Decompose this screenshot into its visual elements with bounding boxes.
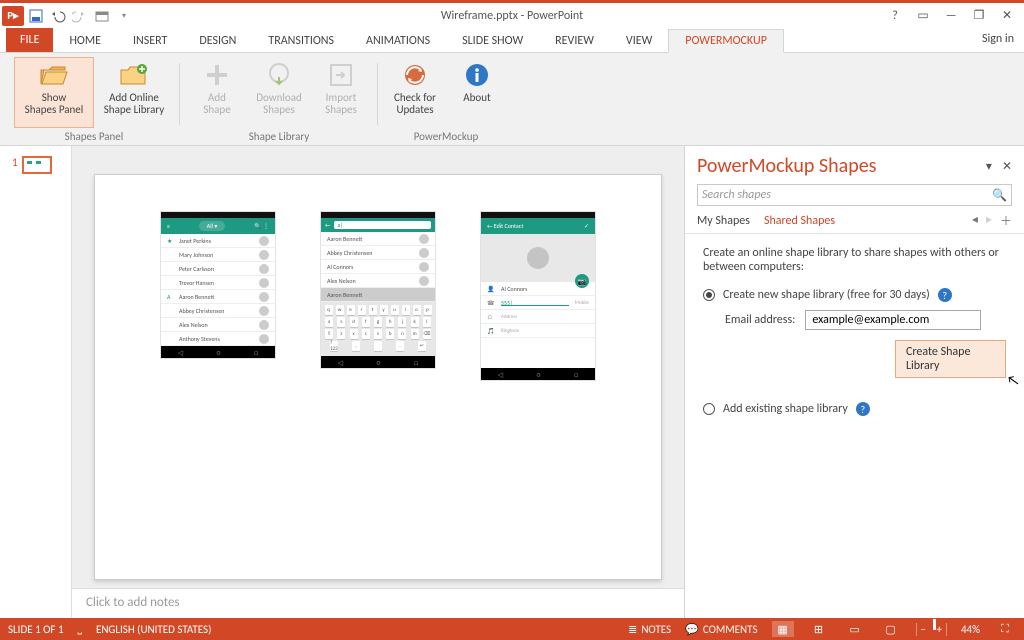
radio-add-existing[interactable] (703, 403, 715, 415)
zoom-out-button[interactable]: − (921, 623, 926, 636)
help-icon[interactable]: ? (882, 5, 908, 27)
folder-plus-icon (118, 60, 150, 90)
cursor-icon: ↖ (1005, 371, 1020, 390)
minimize-button[interactable]: — (938, 5, 964, 27)
group-label-shapes-panel: Shapes Panel (65, 128, 124, 143)
tab-transitions[interactable]: TRANSITIONS (252, 30, 350, 52)
add-tab-icon[interactable]: ＋ (1000, 212, 1012, 229)
restore-button[interactable]: ❐ (966, 5, 992, 27)
qat-save-icon[interactable] (26, 6, 46, 26)
help-icon[interactable]: ? (856, 402, 870, 416)
status-slide: SLIDE 1 OF 1 (8, 623, 64, 636)
title-bar: P▸ ▾ Wireframe.pptx - PowerPoint ? ▭ — ❐… (0, 0, 1024, 28)
next-icon[interactable]: ▸ (986, 212, 992, 229)
import-shapes-button: Import Shapes (310, 57, 372, 128)
email-label: Email address: (725, 313, 795, 327)
tab-insert[interactable]: INSERT (117, 30, 183, 52)
view-normal-icon[interactable]: ▦ (772, 621, 794, 637)
pane-close-icon[interactable]: ✕ (1002, 159, 1012, 174)
slide-thumbnails[interactable]: 1 (0, 146, 72, 618)
info-icon (461, 60, 493, 90)
tab-animations[interactable]: ANIMATIONS (350, 30, 446, 52)
workspace: 1 ≡All ▾🔍 ⋮ ★Janet PerkinsMary JohnsonPe… (0, 146, 1024, 618)
check-updates-button[interactable]: Check for Updates (384, 57, 446, 128)
tab-file[interactable]: FILE (6, 28, 53, 52)
status-bar: SLIDE 1 OF 1 ⎵ ENGLISH (UNITED STATES) ≣… (0, 618, 1024, 640)
notes-placeholder[interactable]: Click to add notes (72, 588, 684, 618)
slide-canvas[interactable]: ≡All ▾🔍 ⋮ ★Janet PerkinsMary JohnsonPete… (94, 174, 662, 580)
qat-redo-icon[interactable] (70, 6, 90, 26)
powerpoint-logo-icon: P▸ (2, 6, 24, 26)
option-add-existing[interactable]: Add existing shape library ? (703, 402, 1006, 416)
tab-view[interactable]: VIEW (610, 30, 668, 52)
globe-download-icon (263, 60, 295, 90)
ribbon: Show Shapes Panel Add Online Shape Libra… (0, 52, 1024, 146)
tab-shared-shapes[interactable]: Shared Shapes (764, 214, 835, 228)
qat-undo-icon[interactable] (48, 6, 68, 26)
radio-create-new[interactable] (703, 289, 715, 301)
plus-icon (201, 60, 233, 90)
import-icon (325, 60, 357, 90)
thumbnail-1[interactable]: 1 (12, 156, 71, 174)
search-icon: 🔍 (992, 188, 1007, 203)
fit-slide-icon[interactable]: ⛶ (994, 621, 1016, 637)
globe-refresh-icon (399, 60, 431, 90)
group-label-powermockup: PowerMockup (414, 128, 479, 143)
thumbnail-preview (22, 156, 52, 174)
tab-slideshow[interactable]: SLIDE SHOW (446, 30, 539, 52)
add-shape-button: Add Shape (186, 57, 248, 128)
tab-my-shapes[interactable]: My Shapes (697, 214, 750, 228)
view-slideshow-icon[interactable]: ▢ (880, 621, 902, 637)
option-create-new[interactable]: Create new shape library (free for 30 da… (703, 288, 1006, 302)
qat-customize-icon[interactable]: ▾ (114, 6, 134, 26)
pane-intro: Create an online shape library to share … (703, 246, 1006, 274)
pane-title: PowerMockup Shapes (697, 154, 876, 178)
download-shapes-button: Download Shapes (248, 57, 310, 128)
view-reading-icon[interactable]: ▭ (844, 621, 866, 637)
view-sorter-icon[interactable]: ⊞ (808, 621, 830, 637)
email-field[interactable] (805, 310, 981, 330)
mockup-contact-list: ≡All ▾🔍 ⋮ ★Janet PerkinsMary JohnsonPete… (160, 211, 276, 359)
zoom-level[interactable]: 44% (961, 623, 980, 636)
about-button[interactable]: About (446, 57, 508, 128)
help-icon[interactable]: ? (938, 288, 952, 302)
mockup-search-keyboard: ←a| Aaron BennettAbbey ChristensenAl Con… (320, 211, 436, 369)
tab-design[interactable]: DESIGN (183, 30, 252, 52)
tab-review[interactable]: REVIEW (539, 30, 610, 52)
sign-in-link[interactable]: Sign in (982, 32, 1014, 46)
create-shape-library-button[interactable]: Create Shape Library ↖ (895, 340, 1006, 378)
qat-start-icon[interactable] (92, 6, 112, 26)
slide-area: ≡All ▾🔍 ⋮ ★Janet PerkinsMary JohnsonPete… (72, 146, 684, 618)
group-label-shape-library: Shape Library (249, 128, 310, 143)
window-title: Wireframe.pptx - PowerPoint (441, 9, 583, 23)
tab-powermockup[interactable]: POWERMOCKUP (668, 29, 784, 53)
powermockup-pane: PowerMockup Shapes ▾ ✕ Search shapes 🔍 M… (684, 146, 1024, 618)
notes-button[interactable]: ≣ NOTES (628, 623, 671, 636)
mockup-edit-contact: ← Edit Contact✓ 📷 👤Al Connors ☎555|Mobil… (480, 211, 596, 381)
folder-open-icon (38, 60, 70, 90)
comments-button[interactable]: 💬 COMMENTS (685, 623, 757, 636)
close-button[interactable]: ✕ (994, 5, 1020, 27)
prev-icon[interactable]: ◂ (972, 212, 978, 229)
status-language[interactable]: ENGLISH (UNITED STATES) (96, 623, 211, 636)
spellcheck-icon[interactable]: ⎵ (78, 622, 82, 636)
search-shapes-input[interactable]: Search shapes 🔍 (697, 184, 1012, 206)
show-shapes-panel-button[interactable]: Show Shapes Panel (14, 57, 94, 128)
add-online-library-button[interactable]: Add Online Shape Library (94, 57, 174, 128)
ribbon-options-icon[interactable]: ▭ (910, 5, 936, 27)
zoom-in-button[interactable]: + (937, 623, 942, 636)
ribbon-tabs: FILE HOME INSERT DESIGN TRANSITIONS ANIM… (0, 28, 1024, 52)
tab-home[interactable]: HOME (53, 30, 117, 52)
pane-menu-icon[interactable]: ▾ (986, 159, 992, 174)
